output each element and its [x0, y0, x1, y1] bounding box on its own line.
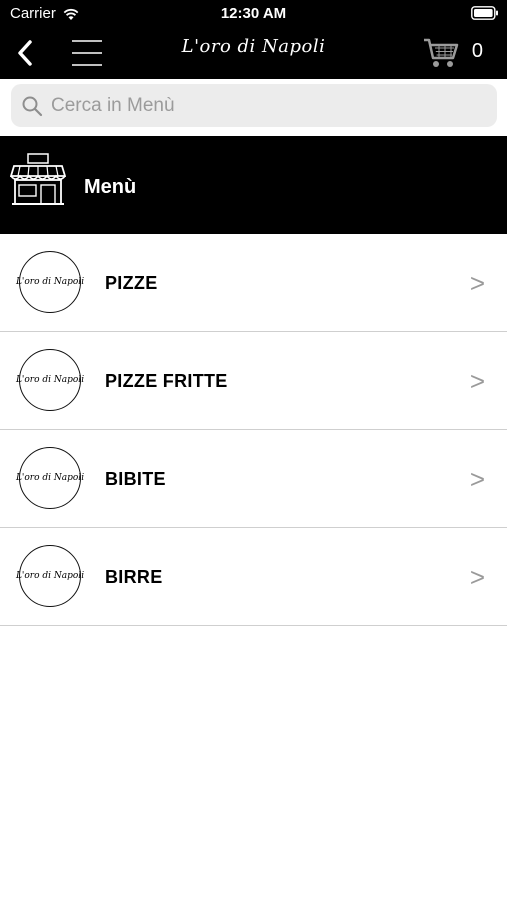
category-logo: L'oro di Napoli [15, 545, 85, 607]
list-item[interactable]: L'oro di Napoli PIZZE > [0, 234, 507, 332]
logo-text: L'oro di Napoli [15, 473, 85, 483]
category-logo: L'oro di Napoli [15, 251, 85, 313]
category-label: BIRRE [105, 567, 163, 587]
list-item[interactable]: L'oro di Napoli PIZZE FRITTE > [0, 332, 507, 430]
section-title: Menù [84, 176, 137, 198]
chevron-right-icon: > [469, 464, 485, 494]
category-label: PIZZE FRITTE [105, 371, 228, 391]
chevron-right-icon: > [469, 268, 485, 298]
store-icon [10, 153, 66, 205]
logo-text: L'oro di Napoli [15, 571, 85, 581]
status-time: 12:30 AM [220, 5, 287, 22]
menu-list: L'oro di Napoli PIZZE > L'oro di Napoli … [0, 234, 507, 626]
logo-text: L'oro di Napoli [15, 375, 85, 385]
navigation-bar: L'oro di Napoli 0 [0, 28, 507, 79]
logo-text: L'oro di Napoli [15, 277, 85, 287]
chevron-right-icon: > [469, 562, 485, 592]
search-bar[interactable] [11, 84, 497, 127]
status-bar: Carrier 12:30 AM [0, 0, 507, 28]
chevron-right-icon: > [469, 366, 485, 396]
search-section [0, 79, 507, 136]
list-item[interactable]: L'oro di Napoli BIRRE > [0, 528, 507, 626]
category-label: BIBITE [105, 469, 166, 489]
category-logo: L'oro di Napoli [15, 447, 85, 509]
search-input[interactable] [49, 93, 473, 118]
category-logo: L'oro di Napoli [15, 349, 85, 411]
cart-count: 0 [471, 40, 483, 62]
section-header: Menù [0, 136, 507, 234]
battery-icon [471, 6, 498, 20]
list-item[interactable]: L'oro di Napoli BIBITE > [0, 430, 507, 528]
category-label: PIZZE [105, 273, 158, 293]
search-icon [22, 96, 43, 116]
top-bar: Carrier 12:30 AM L'oro di Napoli 0 [0, 0, 507, 79]
cart-icon[interactable] [423, 36, 459, 70]
